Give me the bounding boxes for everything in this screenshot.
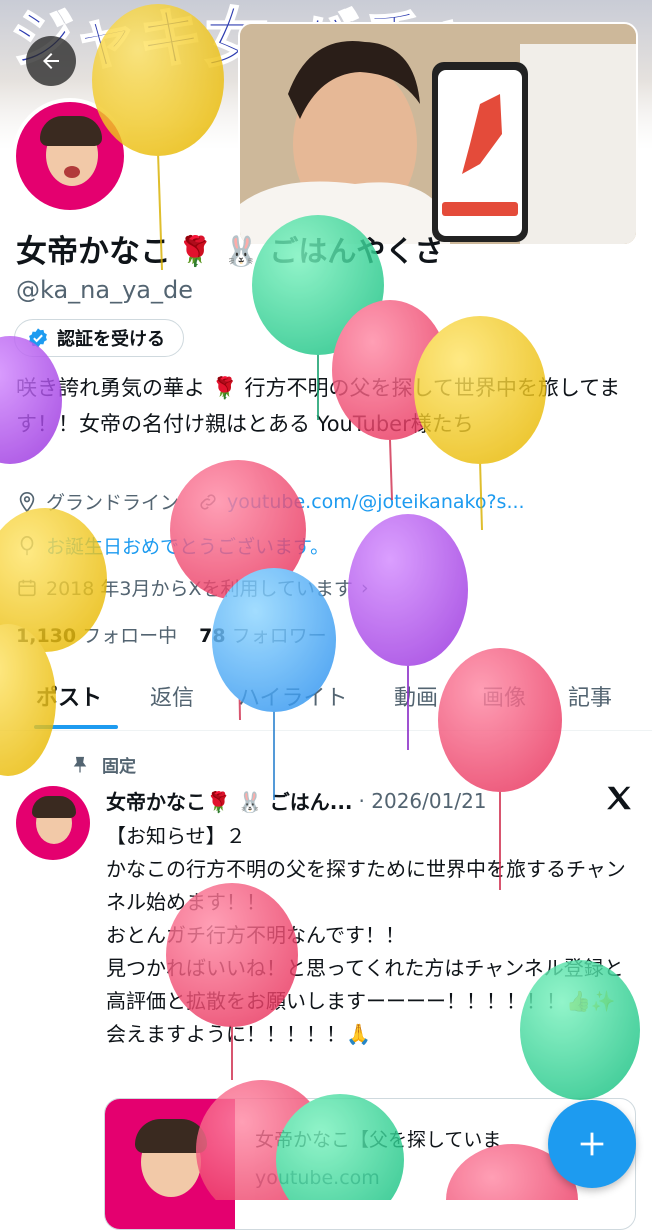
link-icon xyxy=(200,493,216,510)
profile-bio: 咲き誇れ勇気の華よ 🌹 行方不明の父を探して世界中を旅してます！！女帝の名付け親… xyxy=(16,376,621,436)
display-name-row: 女帝かなこ 🌹 🐰 ごはんやくさ xyxy=(16,226,443,271)
profile-avatar[interactable] xyxy=(12,98,128,214)
following-count: 1,130 xyxy=(16,625,77,647)
location-pin-icon xyxy=(19,491,35,512)
calendar-icon xyxy=(18,579,36,596)
profile-meta-row-3[interactable]: 2018 年3月からXを利用しています › xyxy=(16,574,369,601)
link-preview-thumbnail xyxy=(105,1099,235,1229)
x-logo-icon xyxy=(607,786,631,810)
tab-posts[interactable]: ポスト xyxy=(36,668,102,712)
post-author-avatar[interactable] xyxy=(16,786,90,860)
link-preview-domain: youtube.com xyxy=(255,1167,380,1189)
following-link[interactable]: 1,130 フォロー中 xyxy=(16,621,177,648)
display-name-suffix: 🌹 🐰 ごはんやくさ xyxy=(177,233,444,268)
video-overlay[interactable] xyxy=(238,22,638,246)
tab-images[interactable]: 画像 xyxy=(482,668,526,712)
plus-icon xyxy=(580,1132,604,1156)
tab-articles[interactable]: 記事 xyxy=(568,668,612,712)
tab-videos[interactable]: 動画 xyxy=(394,668,438,712)
profile-tabs: ポスト 返信 ハイライト 動画 画像 記事 xyxy=(0,668,652,731)
profile-meta-row-1: グランドライン youtube.com/@joteikanako?s... xyxy=(16,488,525,515)
chevron-right-icon: › xyxy=(360,576,369,599)
pin-icon xyxy=(73,756,87,772)
link-preview-title: 女帝かなこ【父を探していま xyxy=(255,1129,502,1151)
arrow-left-icon xyxy=(43,53,59,69)
follow-stats: 1,130 フォロー中 78 フォロワー xyxy=(16,621,327,648)
get-verified-button[interactable]: 認証を受ける xyxy=(14,319,184,357)
video-frame xyxy=(240,24,636,244)
verified-badge-icon xyxy=(29,328,47,348)
post-author-name[interactable]: 女帝かなこ🌹 🐰 ごはん... xyxy=(106,786,353,815)
following-label: フォロー中 xyxy=(82,625,178,647)
post-text: 【お知らせ】２ かなこの行方不明の父を探すために世界中を旅するチャンネル始めます… xyxy=(106,824,626,1046)
profile-location: グランドライン xyxy=(46,492,180,514)
back-button[interactable] xyxy=(26,36,76,86)
pinned-label: 固定 xyxy=(102,757,136,777)
user-handle: @ka_na_ya_de xyxy=(16,276,194,304)
post-header: 女帝かなこ🌹 🐰 ごはん... · 2026/01/21 xyxy=(106,786,487,815)
avatar-image xyxy=(16,102,124,210)
birthday-message[interactable]: お誕生日おめでとうございます。 xyxy=(46,532,329,559)
profile-website-link[interactable]: youtube.com/@joteikanako?s... xyxy=(227,491,525,513)
x-logo-button[interactable] xyxy=(604,783,634,817)
tab-replies[interactable]: 返信 xyxy=(150,668,194,712)
joined-date: 2018 年3月からXを利用しています xyxy=(46,578,353,600)
balloon-icon xyxy=(20,535,34,555)
tab-highlights[interactable]: ハイライト xyxy=(238,668,348,712)
compose-post-button[interactable] xyxy=(548,1100,636,1188)
post-date[interactable]: · 2026/01/21 xyxy=(359,789,487,813)
pinned-label-row: 固定 xyxy=(70,752,136,777)
followers-count: 78 xyxy=(199,625,226,647)
followers-link[interactable]: 78 フォロワー xyxy=(199,621,327,648)
profile-meta-row-2: お誕生日おめでとうございます。 xyxy=(16,532,329,559)
get-verified-label: 認証を受ける xyxy=(57,329,165,350)
active-tab-indicator xyxy=(34,725,118,729)
display-name: 女帝かなこ xyxy=(16,234,171,270)
followers-label: フォロワー xyxy=(231,625,327,647)
